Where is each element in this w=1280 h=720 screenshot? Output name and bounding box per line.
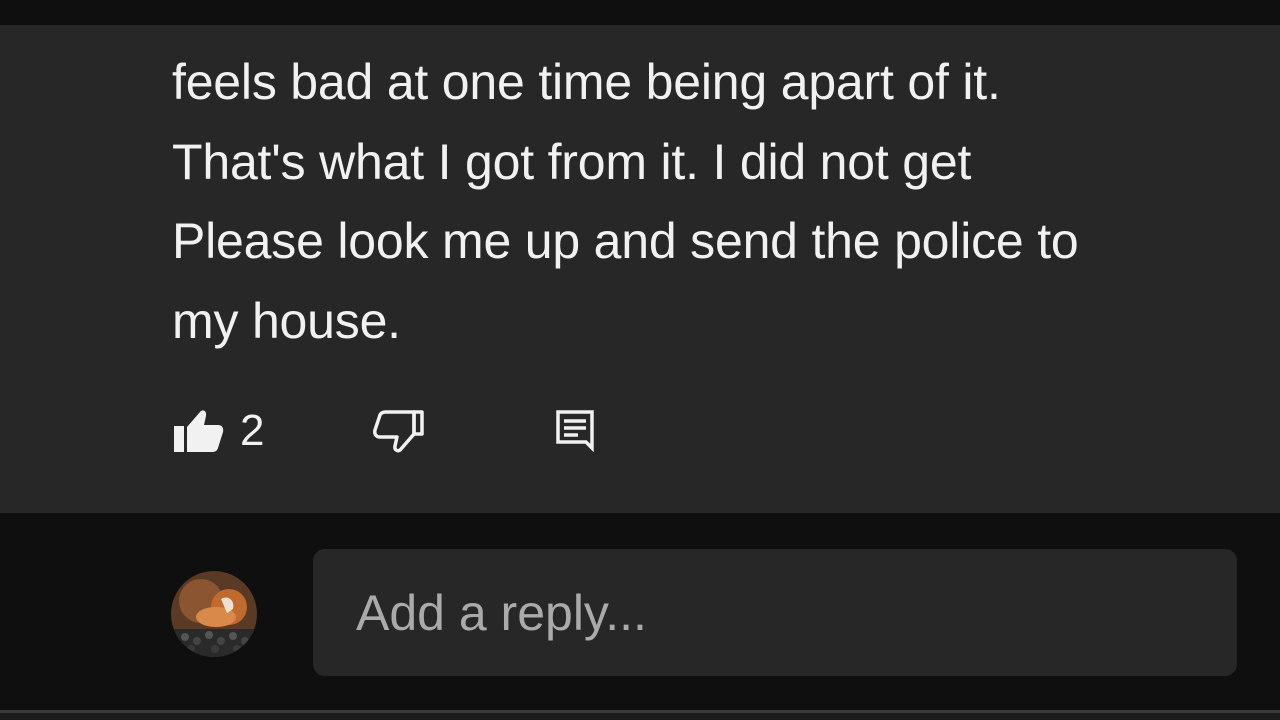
dislike-button[interactable] xyxy=(370,403,426,459)
add-reply-input[interactable]: Add a reply... xyxy=(313,549,1237,676)
comment-panel: feels bad at one time being apart of it.… xyxy=(0,25,1280,513)
like-button[interactable]: 2 xyxy=(172,403,264,459)
comment-line: feels bad at one time being apart of it. xyxy=(172,54,1001,110)
like-count: 2 xyxy=(240,406,265,455)
user-avatar[interactable] xyxy=(171,571,257,657)
top-strip xyxy=(0,0,1280,25)
bottom-edge xyxy=(0,710,1280,720)
comment-body: feels bad at one time being apart of it.… xyxy=(172,43,1212,361)
comment-actions: 2 xyxy=(0,403,1280,459)
thumbs-up-icon xyxy=(174,410,224,452)
avatar-image-icon xyxy=(171,571,257,657)
reply-placeholder: Add a reply... xyxy=(356,584,647,641)
comment-line: That's what I got from it. I did not get xyxy=(172,133,972,190)
comment-line: Please look me up and send the police to xyxy=(172,213,1079,269)
comment-line: my house. xyxy=(172,292,401,349)
reply-button[interactable] xyxy=(552,403,598,459)
thumbs-down-icon xyxy=(373,410,424,453)
comment-icon xyxy=(556,410,594,453)
reply-bar: Add a reply... xyxy=(0,513,1280,710)
